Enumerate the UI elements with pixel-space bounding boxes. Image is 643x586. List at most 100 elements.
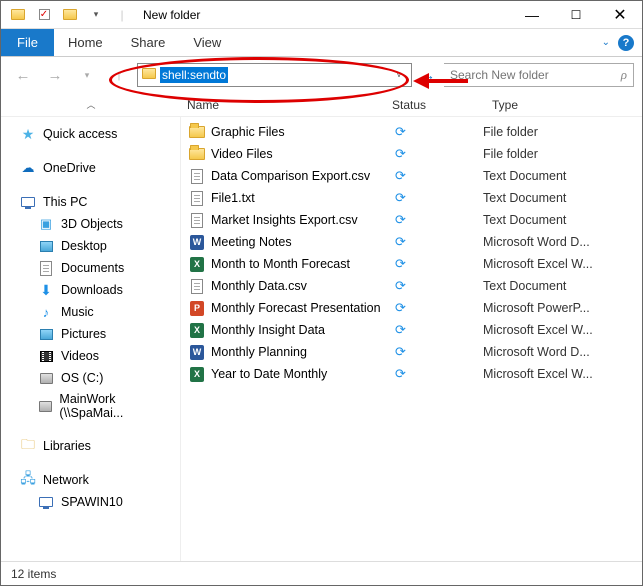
sync-status-icon: ⟳	[387, 234, 483, 250]
file-row[interactable]: XYear to Date Monthly⟳Microsoft Excel W.…	[181, 363, 642, 385]
nav-libraries[interactable]: 🗀 Libraries	[1, 435, 180, 457]
file-type: Microsoft Word D...	[483, 345, 642, 359]
search-icon[interactable]: ρ	[621, 67, 627, 83]
file-type: File folder	[483, 125, 642, 139]
pic-icon	[37, 238, 55, 254]
file-type: Microsoft Excel W...	[483, 367, 642, 381]
nav-onedrive[interactable]: ☁ OneDrive	[1, 157, 180, 179]
nav-label: SPAWIN10	[61, 495, 123, 509]
ribbon-collapse-icon[interactable]: ⌄	[602, 37, 610, 48]
sync-status-icon: ⟳	[387, 168, 483, 184]
file-type: File folder	[483, 147, 642, 161]
maximize-button[interactable]: ☐	[554, 1, 598, 29]
back-button[interactable]: ←	[9, 61, 37, 89]
address-history-dropdown-icon[interactable]: ˅	[391, 70, 407, 80]
doc-icon	[187, 167, 207, 185]
folder-icon	[187, 145, 207, 163]
address-bar[interactable]: shell:sendto ˅	[137, 63, 412, 87]
sync-status-icon: ⟳	[387, 322, 483, 338]
up-button[interactable]: ↑	[105, 61, 133, 89]
nav-pc-child[interactable]: Desktop	[1, 235, 180, 257]
nav-label: Desktop	[61, 239, 107, 253]
word-icon: W	[187, 343, 207, 361]
network-icon: 🖧	[19, 472, 37, 488]
disk-icon	[37, 370, 55, 386]
qat-newfolder-icon[interactable]	[59, 4, 81, 26]
recent-dropdown-icon[interactable]: ▾	[73, 61, 101, 89]
go-button[interactable]: →	[416, 63, 440, 87]
nav-label: This PC	[43, 195, 87, 209]
file-row[interactable]: Data Comparison Export.csv⟳Text Document	[181, 165, 642, 187]
ribbon-tab-share[interactable]: Share	[117, 29, 180, 56]
search-box[interactable]: ρ	[444, 63, 634, 87]
nav-pc-child[interactable]: MainWork (\\SpaMai...	[1, 389, 180, 423]
dl-icon: ⬇	[37, 282, 55, 298]
file-row[interactable]: File1.txt⟳Text Document	[181, 187, 642, 209]
nav-pc-child[interactable]: ⬇ Downloads	[1, 279, 180, 301]
folder-icon[interactable]	[7, 4, 29, 26]
ribbon-tab-home[interactable]: Home	[54, 29, 117, 56]
file-row[interactable]: Video Files⟳File folder	[181, 143, 642, 165]
word-icon: W	[187, 233, 207, 251]
file-type: Microsoft Excel W...	[483, 257, 642, 271]
navpane-collapse-icon[interactable]: ︿	[1, 98, 181, 111]
window-title: New folder	[143, 8, 200, 22]
minimize-button[interactable]: —	[510, 1, 554, 29]
ribbon-tab-view[interactable]: View	[179, 29, 235, 56]
address-input[interactable]: shell:sendto	[160, 67, 228, 83]
file-list[interactable]: Graphic Files⟳File folderVideo Files⟳Fil…	[181, 117, 642, 561]
cloud-icon: ☁	[19, 160, 37, 176]
file-name: Graphic Files	[207, 125, 387, 139]
file-type: Microsoft Word D...	[483, 235, 642, 249]
ribbon-right: ⌄ ?	[602, 29, 642, 56]
ribbon: File Home Share View ⌄ ?	[1, 29, 642, 57]
sync-status-icon: ⟳	[387, 278, 483, 294]
qat-overflow-icon[interactable]: ▾	[85, 4, 107, 26]
sync-status-icon: ⟳	[387, 344, 483, 360]
folder-icon	[187, 123, 207, 141]
nav-pc-child[interactable]: Documents	[1, 257, 180, 279]
file-row[interactable]: Monthly Data.csv⟳Text Document	[181, 275, 642, 297]
nav-pc-child[interactable]: ▣ 3D Objects	[1, 213, 180, 235]
qat-properties-checkbox[interactable]: ✓	[33, 4, 55, 26]
file-row[interactable]: XMonthly Insight Data⟳Microsoft Excel W.…	[181, 319, 642, 341]
search-input[interactable]	[450, 68, 621, 82]
file-row[interactable]: PMonthly Forecast Presentation⟳Microsoft…	[181, 297, 642, 319]
help-icon[interactable]: ?	[618, 35, 634, 51]
file-row[interactable]: WMeeting Notes⟳Microsoft Word D...	[181, 231, 642, 253]
file-name: Market Insights Export.csv	[207, 213, 387, 227]
nav-network[interactable]: 🖧 Network	[1, 469, 180, 491]
nav-pc-child[interactable]: Pictures	[1, 323, 180, 345]
nav-pc-child[interactable]: Videos	[1, 345, 180, 367]
column-type[interactable]: Type	[486, 98, 642, 112]
nav-quick-access[interactable]: ★ Quick access	[1, 123, 180, 145]
nav-network-child[interactable]: SPAWIN10	[1, 491, 180, 513]
nav-label: Pictures	[61, 327, 106, 341]
file-name: Month to Month Forecast	[207, 257, 387, 271]
nav-label: Downloads	[61, 283, 123, 297]
column-status[interactable]: Status	[386, 98, 486, 112]
forward-button[interactable]: →	[41, 61, 69, 89]
file-row[interactable]: XMonth to Month Forecast⟳Microsoft Excel…	[181, 253, 642, 275]
nav-this-pc[interactable]: This PC	[1, 191, 180, 213]
file-row[interactable]: WMonthly Planning⟳Microsoft Word D...	[181, 341, 642, 363]
doc-icon	[187, 211, 207, 229]
address-folder-icon	[142, 68, 156, 82]
address-row: ← → ▾ ↑ shell:sendto ˅ → ρ	[1, 57, 642, 93]
quick-access-toolbar: ✓ ▾ |	[1, 4, 133, 26]
column-name[interactable]: Name	[181, 98, 386, 112]
3d-icon: ▣	[37, 216, 55, 232]
nav-label: Music	[61, 305, 94, 319]
sync-status-icon: ⟳	[387, 124, 483, 140]
file-name: Monthly Insight Data	[207, 323, 387, 337]
file-row[interactable]: Market Insights Export.csv⟳Text Document	[181, 209, 642, 231]
file-row[interactable]: Graphic Files⟳File folder	[181, 121, 642, 143]
file-name: Monthly Forecast Presentation	[207, 301, 387, 315]
ribbon-file-tab[interactable]: File	[1, 29, 54, 56]
nav-label: 3D Objects	[61, 217, 123, 231]
nav-label: Network	[43, 473, 89, 487]
file-name: Meeting Notes	[207, 235, 387, 249]
close-button[interactable]: ✕	[598, 1, 642, 29]
nav-pc-child[interactable]: OS (C:)	[1, 367, 180, 389]
nav-pc-child[interactable]: ♪Music	[1, 301, 180, 323]
